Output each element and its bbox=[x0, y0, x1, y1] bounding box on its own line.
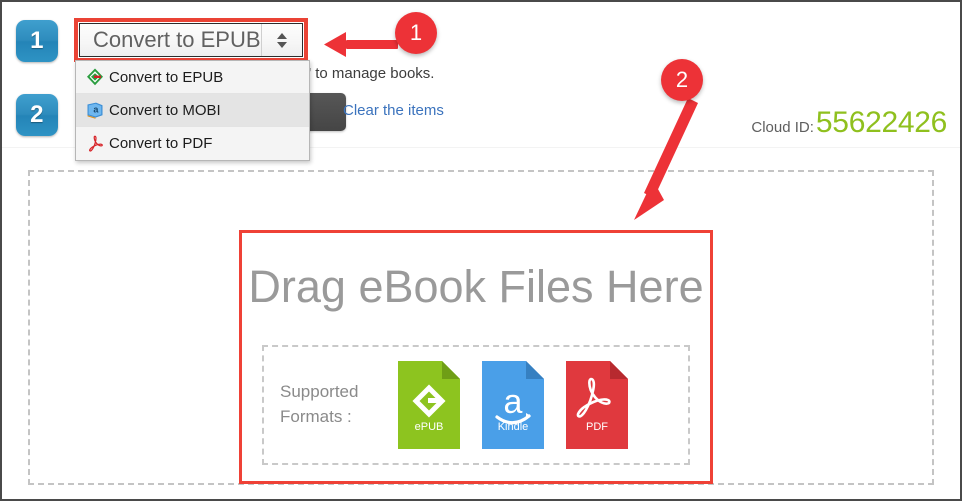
dropdown-item-convert-to-mobi[interactable]: a Convert to MOBI bbox=[76, 94, 309, 127]
arrow-up-icon bbox=[277, 32, 287, 39]
callout-badge-2: 2 bbox=[661, 59, 703, 101]
epub-file-caption: ePUB bbox=[414, 421, 444, 433]
arrow-down-icon bbox=[277, 41, 287, 48]
dropdown-item-convert-to-epub[interactable]: Convert to EPUB bbox=[76, 61, 309, 94]
supported-formats-label-line1: Supported bbox=[280, 382, 359, 402]
pdf-file-icon: PDF bbox=[566, 361, 628, 449]
step-badge-2: 2 bbox=[16, 94, 58, 136]
supported-formats-box: Supported Formats : ePUB a Kindle PDF bbox=[262, 345, 690, 465]
step-badge-1: 1 bbox=[16, 20, 58, 62]
supported-formats-label: Supported Formats : bbox=[280, 380, 376, 429]
epub-file-icon: ePUB bbox=[398, 361, 460, 449]
up-down-arrows-icon[interactable] bbox=[262, 24, 302, 56]
cloud-id-value[interactable]: 55622426 bbox=[816, 106, 947, 140]
callout-badge-1-number: 1 bbox=[409, 20, 423, 45]
cloud-id-label: Cloud ID: bbox=[751, 119, 814, 136]
supported-formats-label-line2: Formats : bbox=[280, 407, 352, 426]
cloud-id-display: Cloud ID: 55622426 bbox=[751, 106, 947, 140]
dropdown-item-label: Convert to PDF bbox=[109, 135, 213, 152]
conversion-format-select[interactable]: Convert to EPUB bbox=[79, 23, 303, 57]
svg-text:a: a bbox=[504, 383, 523, 421]
dropzone-highlight: Drag eBook Files Here Supported Formats … bbox=[239, 230, 713, 484]
epub-logo-icon bbox=[84, 66, 106, 88]
step-badge-2-number: 2 bbox=[30, 101, 44, 128]
kindle-file-icon: a Kindle bbox=[482, 361, 544, 449]
dropzone-title: Drag eBook Files Here bbox=[248, 261, 704, 312]
dropdown-item-label: Convert to MOBI bbox=[109, 101, 221, 119]
step-badge-1-number: 1 bbox=[30, 27, 44, 54]
mobi-book-icon: a bbox=[84, 99, 106, 121]
pdf-file-caption: PDF bbox=[586, 421, 608, 433]
conversion-format-select-label: Convert to EPUB bbox=[93, 27, 261, 52]
kindle-file-caption: Kindle bbox=[497, 421, 529, 433]
dropdown-item-label: Convert to EPUB bbox=[109, 68, 224, 86]
app-window: 1 2 Download URLs, click "Cloud ID" to m… bbox=[0, 0, 962, 501]
callout-badge-1: 1 bbox=[395, 12, 437, 54]
pdf-acrobat-icon bbox=[84, 133, 106, 155]
dropdown-item-convert-to-pdf[interactable]: Convert to PDF bbox=[76, 127, 309, 160]
clear-the-items-link[interactable]: Clear the items bbox=[343, 102, 444, 119]
conversion-format-dropdown[interactable]: Convert to EPUB a Convert to MOBI Conver… bbox=[75, 60, 310, 161]
conversion-format-select-highlight: Convert to EPUB bbox=[74, 18, 308, 62]
callout-badge-2-number: 2 bbox=[675, 67, 689, 92]
